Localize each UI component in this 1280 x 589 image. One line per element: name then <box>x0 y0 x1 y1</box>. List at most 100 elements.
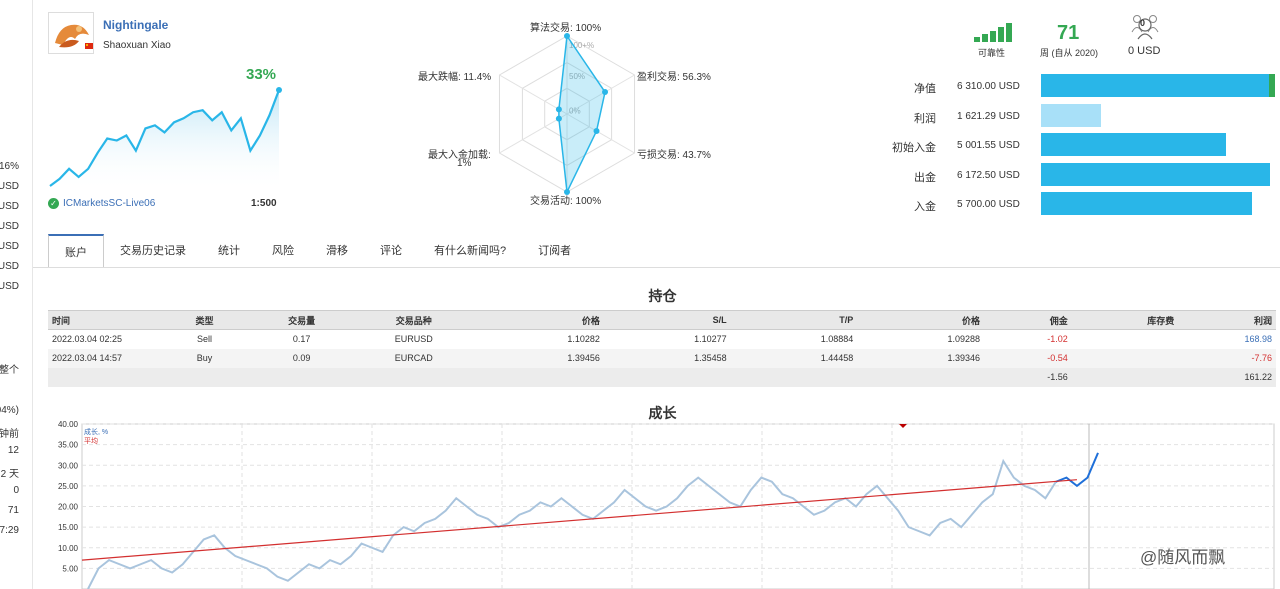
finance-bar <box>1041 133 1227 156</box>
broker-info[interactable]: ✓ ICMarketsSC-Live06 <box>48 198 155 209</box>
finance-label: 出金 <box>914 171 936 184</box>
table-header[interactable]: 交易品种 <box>350 310 478 330</box>
radar-value-area <box>558 33 606 195</box>
sidebar-text: USD <box>0 181 19 192</box>
y-tick-label: 30.00 <box>58 461 79 470</box>
sidebar-text: USD <box>0 221 19 232</box>
tab-item[interactable]: 滑移 <box>310 234 364 268</box>
table-row[interactable]: 2022.03.04 14:57 Buy 0.09 EURCAD 1.39456 1.35… <box>48 348 1276 368</box>
table-cell: 1.10277 <box>603 329 731 349</box>
finance-bar <box>1041 74 1275 97</box>
table-header[interactable]: 佣金 <box>984 310 1072 330</box>
table-cell: 0.09 <box>253 348 351 368</box>
finance-value: 6 310.00 USD <box>957 81 1020 92</box>
table-cell: 1.35458 <box>603 348 731 368</box>
table-cell: Sell <box>155 329 254 349</box>
mini-growth-area <box>50 90 279 192</box>
tab-item[interactable]: 有什么新闻吗? <box>418 234 522 268</box>
finance-row: 净值 6 310.00 USD <box>880 74 1280 98</box>
table-cell <box>350 367 478 387</box>
sidebar-text: 整个 <box>0 365 19 376</box>
signal-avatar[interactable] <box>48 12 94 54</box>
sidebar-text: 7:29 <box>0 525 19 536</box>
table-header[interactable]: T/P <box>730 310 858 330</box>
table-cell: 1.44458 <box>730 348 858 368</box>
table-cell: 161.22 <box>1178 367 1276 387</box>
table-cell <box>155 367 254 387</box>
table-row[interactable]: 2022.03.04 02:25 Sell 0.17 EURUSD 1.10282 1.1… <box>48 329 1276 349</box>
table-header[interactable]: 时间 <box>48 310 156 330</box>
finance-label: 初始入金 <box>892 142 936 154</box>
sidebar-text: USD <box>0 241 19 252</box>
weeks-label: 周 (自从 2020) <box>1040 48 1099 58</box>
tab-divider <box>33 267 1280 268</box>
radar-point <box>602 89 609 96</box>
y-tick-label: 25.00 <box>58 482 79 491</box>
finance-row: 初始入金 5 001.55 USD <box>880 133 1280 157</box>
tab-item[interactable]: 交易历史记录 <box>104 234 202 268</box>
table-cell <box>1071 348 1179 368</box>
radar-point <box>555 115 562 122</box>
radar-point <box>593 128 600 135</box>
finance-value: 1 621.29 USD <box>957 110 1020 122</box>
sidebar-text: 71 <box>7 505 19 516</box>
signal-author[interactable]: Shaoxuan Xiao <box>103 40 171 51</box>
radar-label-max-deposit-load-value: 1% <box>457 158 472 169</box>
signal-name[interactable]: Nightingale <box>103 18 168 32</box>
table-cell <box>1071 329 1179 349</box>
table-cell: EURCAD <box>350 348 478 368</box>
sidebar-text: USD <box>0 201 19 212</box>
sidebar-text: 2 天 <box>0 469 19 480</box>
finance-bar <box>1041 162 1270 186</box>
reliability-label: 可靠性 <box>978 48 1006 58</box>
y-tick-label: 20.00 <box>58 503 79 512</box>
table-cell <box>730 367 858 387</box>
y-tick-label: 15.00 <box>58 523 79 532</box>
table-header[interactable]: 类型 <box>155 310 254 330</box>
table-header[interactable]: 价格 <box>477 310 604 330</box>
table-header[interactable]: 价格 <box>857 310 985 330</box>
mini-growth-chart <box>49 87 282 192</box>
legend-entry: 平均 <box>84 436 98 445</box>
table-header[interactable]: S/L <box>603 310 731 330</box>
table-cell <box>48 367 156 387</box>
table-cell: 1.39346 <box>857 348 985 368</box>
tab-item[interactable]: 账户 <box>48 234 104 268</box>
table-cell: 0.17 <box>253 329 351 349</box>
sidebar-text: 钟前 <box>0 429 19 440</box>
mini-growth-endpoint <box>276 87 282 93</box>
finance-value: 6 172.50 USD <box>957 169 1020 181</box>
table-cell: 168.98 <box>1178 329 1276 349</box>
finance-label: 入金 <box>914 201 936 213</box>
tab-item[interactable]: 评论 <box>364 234 418 268</box>
y-tick-label: 5.00 <box>62 564 78 573</box>
positions-table: 时间 类型 交易量 交易品种 价格 S/L T/P 价格 佣金 库存费 利润 2022.03.04 0… <box>48 310 1276 387</box>
finance-label: 利润 <box>914 112 936 125</box>
table-cell: 2022.03.04 02:25 <box>48 329 156 349</box>
table-cell: -0.54 <box>984 348 1072 368</box>
radar-label-loss-trades: 亏损交易: 43.7% <box>637 150 711 161</box>
table-cell <box>857 367 985 387</box>
tab-item[interactable]: 统计 <box>202 234 256 268</box>
reliability-bars-icon <box>974 22 1014 42</box>
table-cell <box>603 367 731 387</box>
table-cell: -1.02 <box>984 329 1072 349</box>
finance-bar <box>1041 192 1253 215</box>
table-header[interactable]: 库存费 <box>1071 310 1179 330</box>
table-header[interactable]: 交易量 <box>253 310 351 330</box>
finance-row: 利润 1 621.29 USD <box>880 103 1280 128</box>
subscription-value: 0 USD <box>1128 45 1161 57</box>
y-tick-label: 40.00 <box>58 420 79 429</box>
weeks-count: 71 <box>1057 22 1080 44</box>
finance-row: 入金 5 700.00 USD <box>880 192 1280 216</box>
account-tabs: 账户 交易历史记录 统计 风险 滑移 评论 有什么新闻吗? 订阅者 <box>48 234 587 268</box>
y-tick-label: 10.00 <box>58 544 79 553</box>
tab-item[interactable]: 订阅者 <box>522 234 587 268</box>
radar-point <box>555 106 562 113</box>
sidebar-text: 0 <box>13 485 19 496</box>
table-cell: 2022.03.04 14:57 <box>48 348 156 368</box>
table-header[interactable]: 利润 <box>1178 310 1276 330</box>
table-cell: 1.39456 <box>477 348 604 368</box>
table-totals-row: -1.56 161.22 <box>48 367 1276 387</box>
tab-item[interactable]: 风险 <box>256 234 310 268</box>
